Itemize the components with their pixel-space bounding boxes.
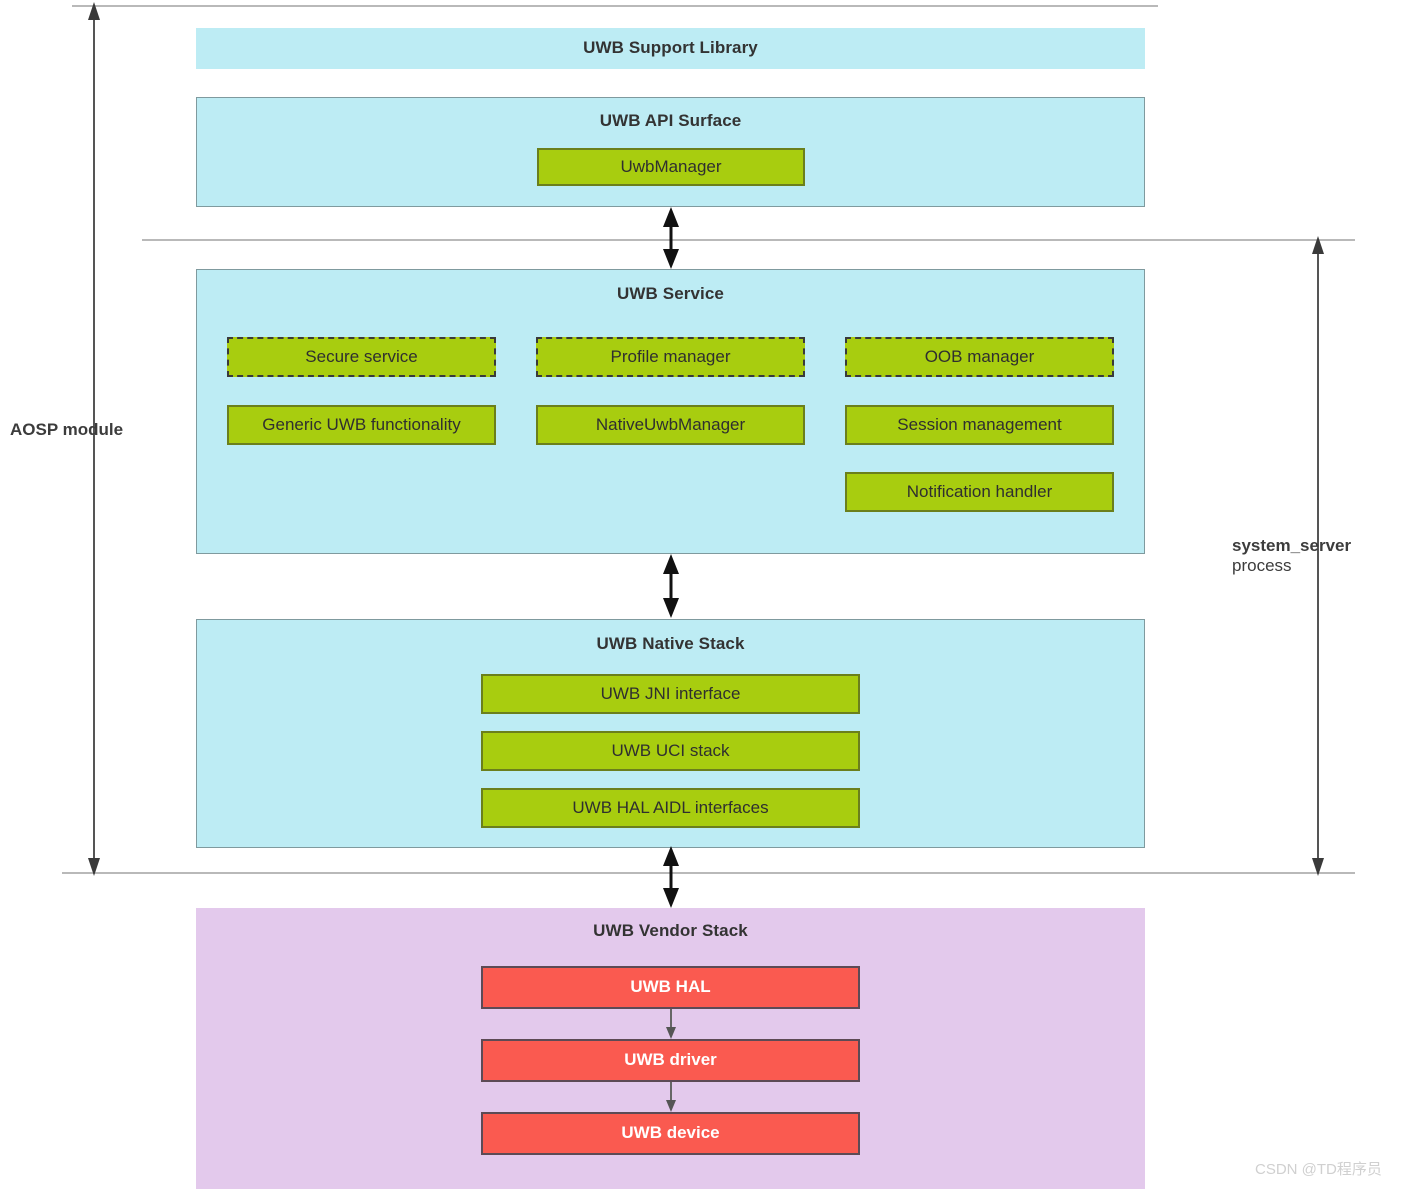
system-server-label-strong: system_server: [1232, 536, 1352, 555]
component-uwbmanager-label: UwbManager: [620, 156, 722, 176]
component-profile-manager[interactable]: Profile manager: [536, 337, 805, 377]
component-generic-uwb-functionality[interactable]: Generic UWB functionality: [227, 405, 496, 445]
layer-title-vendor-stack: UWB Vendor Stack: [593, 921, 748, 940]
arrow-driver-to-device: [666, 1082, 676, 1112]
layer-title-api-surface: UWB API Surface: [599, 111, 742, 130]
component-uwb-uci-stack-label: UWB UCI stack: [611, 740, 730, 760]
layer-uwb-support-library: UWB Support Library: [196, 28, 1145, 69]
component-uwbmanager[interactable]: UwbManager: [537, 148, 805, 186]
api-service-divider-rule: [142, 239, 1355, 241]
component-uwb-hal-aidl-interfaces-label: UWB HAL AIDL interfaces: [572, 797, 769, 817]
component-uwb-uci-stack[interactable]: UWB UCI stack: [481, 731, 860, 771]
component-oob-manager[interactable]: OOB manager: [845, 337, 1114, 377]
arrow-hal-to-driver: [666, 1009, 676, 1039]
top-bracket-rule: [72, 5, 1158, 7]
component-notification-handler-label: Notification handler: [906, 481, 1053, 501]
component-uwb-jni-interface[interactable]: UWB JNI interface: [481, 674, 860, 714]
component-session-management[interactable]: Session management: [845, 405, 1114, 445]
component-uwb-hal-aidl-interfaces[interactable]: UWB HAL AIDL interfaces: [481, 788, 860, 828]
csdn-watermark: CSDN @TD程序员: [1255, 1161, 1382, 1178]
component-oob-manager-label: OOB manager: [924, 346, 1035, 366]
component-secure-service[interactable]: Secure service: [227, 337, 496, 377]
arrow-service-to-native-stack: [663, 554, 679, 618]
component-uwb-device-label: UWB device: [621, 1123, 720, 1143]
layer-title-native-stack: UWB Native Stack: [596, 634, 745, 653]
component-generic-uwb-functionality-label: Generic UWB functionality: [262, 414, 461, 434]
aosp-module-bracket: [88, 2, 100, 876]
component-profile-manager-label: Profile manager: [610, 346, 731, 366]
component-uwb-device[interactable]: UWB device: [481, 1112, 860, 1155]
component-nativeuwbmanager[interactable]: NativeUwbManager: [536, 405, 805, 445]
layer-title-uwb-service: UWB Service: [617, 284, 724, 303]
system-server-label-weak: process: [1232, 556, 1292, 575]
component-uwb-hal-label: UWB HAL: [630, 977, 711, 997]
component-uwb-jni-interface-label: UWB JNI interface: [600, 683, 741, 703]
arrow-api-to-service: [663, 207, 679, 269]
component-nativeuwbmanager-label: NativeUwbManager: [595, 414, 746, 434]
component-session-management-label: Session management: [897, 414, 1062, 434]
component-notification-handler[interactable]: Notification handler: [845, 472, 1114, 512]
aosp-module-label: AOSP module: [10, 420, 160, 440]
uwb-architecture-diagram: AOSP module system_server process UWB Su…: [0, 0, 1403, 1189]
component-uwb-driver-label: UWB driver: [624, 1050, 717, 1070]
arrow-native-stack-to-vendor-stack: [663, 846, 679, 908]
component-uwb-hal[interactable]: UWB HAL: [481, 966, 860, 1009]
system-server-label: system_server process: [1232, 536, 1392, 576]
layer-title-support-library: UWB Support Library: [583, 38, 758, 57]
bottom-bracket-rule: [62, 872, 1355, 874]
aosp-module-label-text: AOSP module: [10, 420, 124, 439]
component-secure-service-label: Secure service: [305, 346, 418, 366]
component-uwb-driver[interactable]: UWB driver: [481, 1039, 860, 1082]
